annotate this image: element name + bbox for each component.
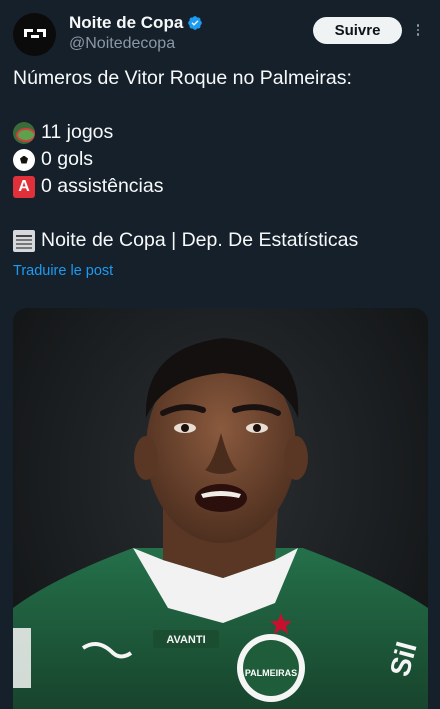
tweet-media-photo[interactable]: PALMEIRAS AVANTI Sil <box>13 308 428 709</box>
verified-badge-icon <box>188 16 203 30</box>
stat-games-text: 11 jogos <box>41 121 114 143</box>
signature-text: Noite de Copa | Dep. De Estatísticas <box>41 229 359 251</box>
more-vertical-icon[interactable] <box>410 20 426 40</box>
follow-button[interactable]: Suivre <box>313 17 402 44</box>
author-name-row[interactable]: Noite de Copa <box>69 13 203 33</box>
avatar[interactable] <box>13 13 56 56</box>
player-photo-illustration: PALMEIRAS AVANTI Sil <box>13 338 428 709</box>
newspaper-emoji-icon <box>13 229 35 252</box>
author-handle[interactable]: @Noitedecopa <box>69 34 175 54</box>
stadium-emoji-icon <box>13 121 35 144</box>
tweet-header: Noite de Copa @Noitedecopa Suivre <box>0 0 440 60</box>
signature-line: Noite de Copa | Dep. De Estatísticas <box>13 227 428 254</box>
translate-post-link[interactable]: Traduire le post <box>13 262 113 280</box>
tweet-line-title: Números de Vitor Roque no Palmeiras: <box>13 65 428 92</box>
stat-goals-text: 0 gols <box>41 148 94 170</box>
stat-assists-text: 0 assistências <box>41 175 164 197</box>
jersey-sponsor-text: AVANTI <box>166 634 205 646</box>
soccer-ball-emoji-icon <box>13 148 35 171</box>
stat-games: 11 jogos <box>13 119 428 146</box>
crest-text: PALMEIRAS <box>245 668 297 678</box>
tweet-title-text: Números de Vitor Roque no Palmeiras: <box>13 67 352 89</box>
tweet-body: Números de Vitor Roque no Palmeiras: 11 … <box>13 65 428 254</box>
a-button-emoji-icon: A <box>13 175 35 198</box>
author-name[interactable]: Noite de Copa <box>69 13 183 33</box>
stat-assists: A 0 assistências <box>13 173 428 200</box>
stat-goals: 0 gols <box>13 146 428 173</box>
noite-de-copa-logo-icon <box>23 28 46 38</box>
